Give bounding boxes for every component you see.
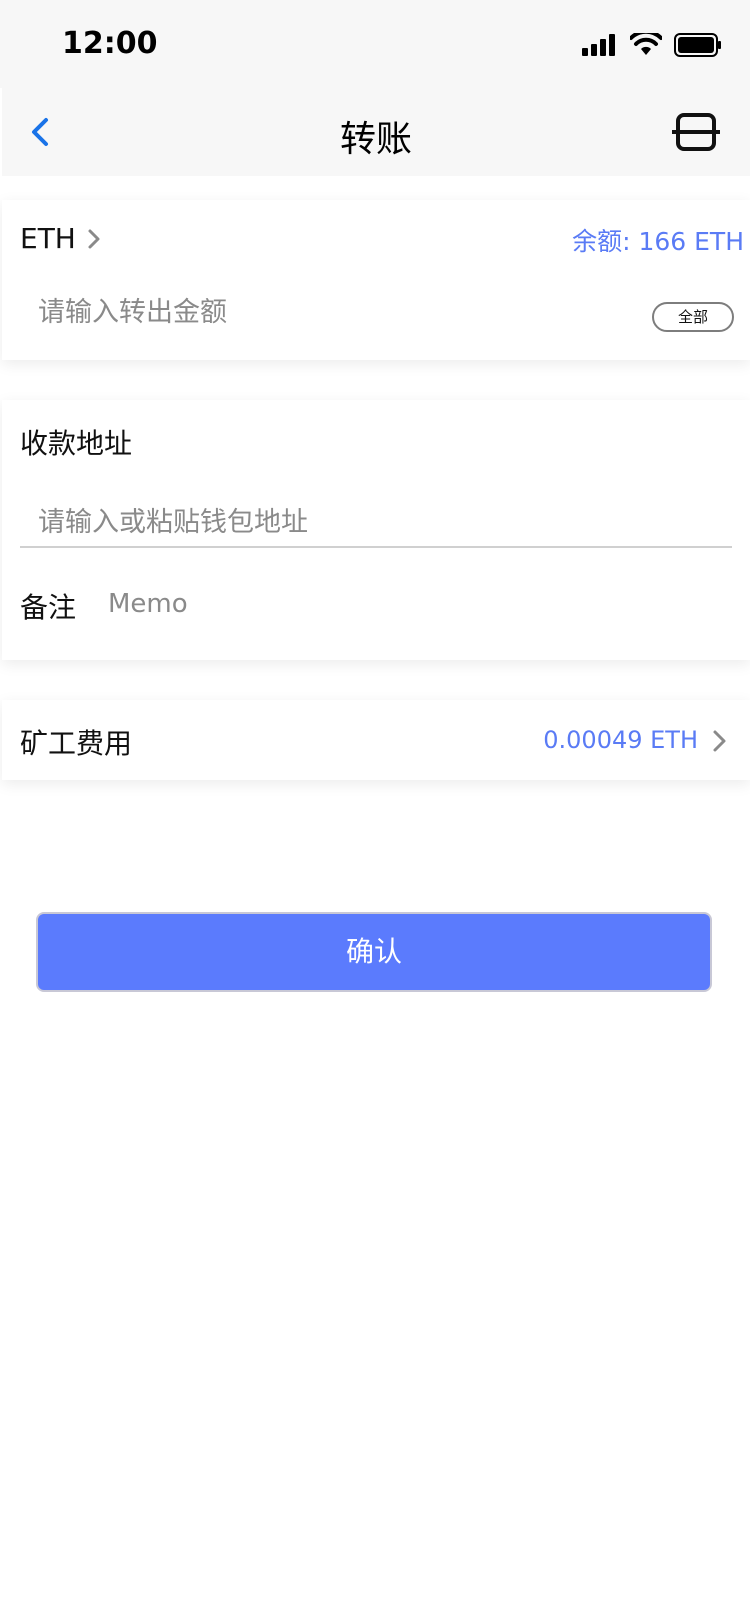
status-bar: 12:00 [0, 0, 750, 88]
address-divider [20, 546, 732, 548]
address-input[interactable] [38, 500, 678, 544]
chevron-right-icon [88, 229, 100, 248]
nav-bar: 转账 [2, 88, 750, 176]
cellular-signal-icon [582, 34, 615, 56]
fee-label: 矿工费用 [20, 727, 133, 760]
token-selector[interactable]: ETH [20, 222, 102, 255]
amount-input[interactable] [38, 290, 598, 334]
confirm-button[interactable]: 确认 [36, 912, 712, 992]
scan-icon [672, 113, 720, 151]
status-time: 12:00 [62, 26, 158, 61]
scan-button[interactable] [672, 112, 720, 152]
fee-value: 0.00049 ETH [543, 726, 698, 754]
wifi-icon [630, 33, 662, 55]
all-amount-button[interactable]: 全部 [652, 302, 734, 332]
balance-text: 余额: 166 ETH [572, 227, 744, 256]
token-name: ETH [20, 222, 76, 255]
memo-label: 备注 [20, 591, 77, 624]
amount-card: ETH 余额: 166 ETH 全部 [2, 200, 750, 360]
address-card: 收款地址 备注 [2, 400, 750, 660]
battery-icon [674, 33, 721, 57]
address-label: 收款地址 [20, 427, 133, 460]
chevron-right-icon [713, 730, 726, 752]
memo-input[interactable] [108, 582, 668, 626]
status-icons [582, 30, 722, 60]
fee-row[interactable]: 矿工费用 0.00049 ETH [2, 700, 750, 780]
page-title: 转账 [339, 119, 412, 160]
